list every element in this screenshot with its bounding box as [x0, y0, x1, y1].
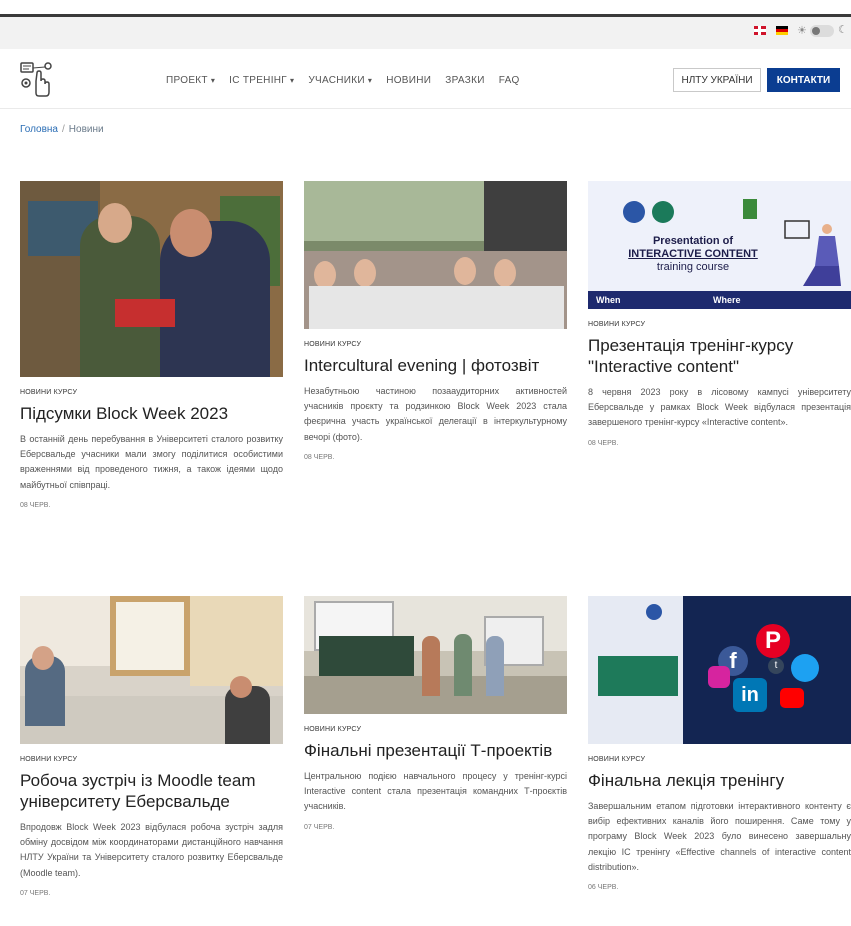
- news-title[interactable]: Робоча зустріч із Moodle team університе…: [20, 770, 283, 812]
- image-when-label: When: [596, 295, 621, 305]
- breadcrumb-home-link[interactable]: Головна: [20, 124, 58, 135]
- news-description: Центральною подією навчального процесу у…: [304, 771, 567, 812]
- uk-flag-icon[interactable]: [754, 26, 766, 35]
- news-category: НОВИНИ КУРСУ: [588, 321, 646, 328]
- news-card[interactable]: НОВИНИ КУРСУ Робоча зустріч із Moodle te…: [20, 596, 283, 897]
- nav-item-project[interactable]: ПРОЕКТ ▾: [166, 75, 215, 86]
- sun-icon: ☀: [797, 25, 807, 37]
- news-image[interactable]: [304, 596, 567, 714]
- linkedin-icon: in: [733, 678, 767, 712]
- site-header: ПРОЕКТ ▾ IC ТРЕНІНГ ▾ УЧАСНИКИ ▾ НОВИНИ ЗРА…: [0, 49, 851, 109]
- news-card[interactable]: НОВИНИ КУРСУ Підсумки Block Week 2023 В …: [20, 181, 283, 509]
- news-category: НОВИНИ КУРСУ: [304, 726, 362, 733]
- news-title[interactable]: Фінальна лекція тренінгу: [588, 770, 851, 791]
- news-card[interactable]: НОВИНИ КУРСУ Intercultural evening | фот…: [304, 181, 567, 461]
- news-title[interactable]: Intercultural evening | фотозвіт: [304, 355, 567, 376]
- youtube-icon: [780, 688, 804, 708]
- nav-item-news[interactable]: НОВИНИ: [386, 75, 431, 86]
- news-date: 06 ЧЕРВ.: [588, 884, 619, 892]
- news-title[interactable]: Презентація тренінг-курсу "Interactive c…: [588, 335, 851, 377]
- news-card[interactable]: f P in t НОВИНИ КУРСУ Фінальна лекція тр…: [588, 596, 851, 891]
- chevron-down-icon: ▾: [210, 76, 216, 85]
- news-image[interactable]: f P in t: [588, 596, 851, 744]
- news-category: НОВИНИ КУРСУ: [588, 756, 646, 763]
- tumblr-icon: t: [768, 658, 784, 674]
- image-text-line: INTERACTIVE CONTENT: [628, 248, 758, 260]
- site-logo[interactable]: [18, 59, 58, 99]
- news-description: В останній день перебування в Університе…: [20, 434, 283, 490]
- pinterest-icon: P: [756, 624, 790, 658]
- chevron-down-icon: ▾: [290, 76, 295, 85]
- contacts-button[interactable]: КОНТАКТИ: [767, 68, 840, 92]
- news-image[interactable]: [304, 181, 567, 329]
- breadcrumb-current: Новини: [68, 124, 104, 135]
- news-description: 8 червня 2023 року в лісовому кампусі ун…: [588, 387, 851, 428]
- nav-item-participants[interactable]: УЧАСНИКИ ▾: [308, 75, 372, 86]
- news-image[interactable]: [20, 181, 283, 377]
- moon-icon: ☾: [838, 24, 848, 36]
- news-description: Завершальним етапом підготовки інтеракти…: [588, 801, 851, 872]
- news-title[interactable]: Фінальні презентації Т-проектів: [304, 740, 567, 761]
- main-nav: ПРОЕКТ ▾ IC ТРЕНІНГ ▾ УЧАСНИКИ ▾ НОВИНИ ЗРА…: [166, 75, 520, 86]
- nav-item-faq[interactable]: FAQ: [499, 75, 520, 86]
- news-image[interactable]: Presentation of INTERACTIVE CONTENT trai…: [588, 181, 851, 309]
- news-date: 08 ЧЕРВ.: [20, 501, 51, 509]
- theme-toggle[interactable]: [810, 25, 834, 37]
- news-card[interactable]: НОВИНИ КУРСУ Фінальні презентації Т-прое…: [304, 596, 567, 831]
- de-flag-icon[interactable]: [776, 26, 788, 35]
- news-category: НОВИНИ КУРСУ: [20, 756, 78, 763]
- top-utility-bar: [0, 17, 851, 49]
- breadcrumb-separator: /: [62, 124, 65, 135]
- nav-item-label: УЧАСНИКИ: [308, 75, 365, 86]
- news-date: 07 ЧЕРВ.: [304, 823, 335, 831]
- news-date: 07 ЧЕРВ.: [20, 889, 51, 897]
- image-text-line: Presentation of: [652, 235, 734, 247]
- nav-item-label: IC ТРЕНІНГ: [229, 75, 288, 86]
- twitter-icon: [791, 654, 819, 682]
- news-date: 08 ЧЕРВ.: [304, 453, 335, 461]
- image-where-label: Where: [713, 295, 741, 305]
- breadcrumb: Головна / Новини: [20, 124, 104, 135]
- instagram-icon: [708, 666, 730, 688]
- news-image[interactable]: [20, 596, 283, 744]
- nav-item-samples[interactable]: ЗРАЗКИ: [445, 75, 484, 86]
- news-date: 08 ЧЕРВ.: [588, 439, 619, 447]
- image-text-line: training course: [656, 261, 730, 273]
- nav-item-label: ПРОЕКТ: [166, 75, 208, 86]
- news-description: Впродовж Block Week 2023 відбулася робоч…: [20, 822, 283, 878]
- nltu-ukraine-button[interactable]: НЛТУ УКРАЇНИ: [673, 68, 761, 92]
- news-card[interactable]: Presentation of INTERACTIVE CONTENT trai…: [588, 181, 851, 447]
- chevron-down-icon: ▾: [367, 76, 373, 85]
- nav-item-ic-training[interactable]: IC ТРЕНІНГ ▾: [229, 75, 294, 86]
- news-description: Незабутньою частиною позааудиторних акти…: [304, 386, 567, 442]
- news-category: НОВИНИ КУРСУ: [304, 341, 362, 348]
- news-category: НОВИНИ КУРСУ: [20, 389, 78, 396]
- news-title[interactable]: Підсумки Block Week 2023: [20, 403, 283, 424]
